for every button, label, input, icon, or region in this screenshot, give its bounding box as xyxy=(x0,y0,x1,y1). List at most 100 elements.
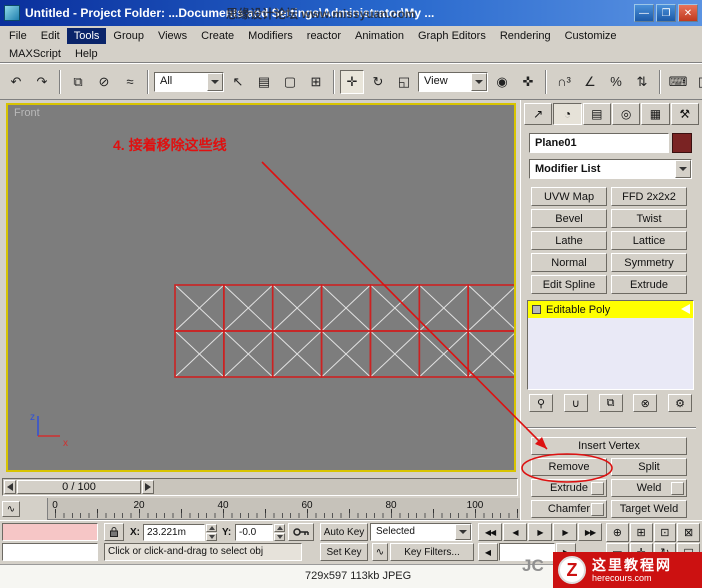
motion-tab[interactable]: ◎ xyxy=(611,103,641,125)
default-tangent-button[interactable]: ∿ xyxy=(372,543,388,561)
select-scale-icon[interactable]: ◱ xyxy=(392,70,416,94)
menu-maxscript[interactable]: MAXScript xyxy=(2,46,68,62)
mini-curve-editor-button[interactable]: ∿ xyxy=(2,501,20,517)
chevron-down-icon[interactable] xyxy=(471,72,487,91)
percent-snap-icon[interactable]: % xyxy=(604,70,628,94)
spinner-snap-icon[interactable]: ⇅ xyxy=(630,70,654,94)
menu-graph-editors[interactable]: Graph Editors xyxy=(411,28,493,44)
display-tab[interactable]: ▦ xyxy=(641,103,670,125)
menu-modifiers[interactable]: Modifiers xyxy=(241,28,300,44)
utilities-tab[interactable]: ⚒ xyxy=(670,103,699,125)
go-to-start-button[interactable]: ◀◀ xyxy=(478,523,502,541)
unlink-selection-icon[interactable]: ⊘ xyxy=(92,70,116,94)
create-tab[interactable]: ↗ xyxy=(524,103,553,125)
y-coord-spinner[interactable] xyxy=(274,524,285,541)
time-slider-handle[interactable]: 0 / 100 xyxy=(17,480,141,494)
selection-set-dropdown[interactable]: Selected xyxy=(370,523,472,541)
menu-rendering[interactable]: Rendering xyxy=(493,28,558,44)
menu-reactor[interactable]: reactor xyxy=(300,28,348,44)
split-button[interactable]: Split xyxy=(611,458,687,476)
chamfer-settings-button[interactable] xyxy=(591,503,604,516)
extrude-modifier-button[interactable]: Extrude xyxy=(611,275,687,294)
ffd-2x2x2-button[interactable]: FFD 2x2x2 xyxy=(611,187,687,206)
zoom-extents-icon[interactable]: ⊡ xyxy=(653,523,677,542)
auto-key-button[interactable]: Auto Key xyxy=(320,523,368,541)
chamfer-button[interactable]: Chamfer xyxy=(531,500,607,518)
previous-frame-arrow[interactable] xyxy=(4,480,16,494)
previous-frame-button[interactable]: ◀ xyxy=(503,523,527,541)
modifier-list-dropdown[interactable]: Modifier List xyxy=(529,159,692,179)
set-keys-button[interactable] xyxy=(288,523,314,541)
maxscript-listener-pink[interactable] xyxy=(2,523,98,541)
maxscript-listener-white[interactable] xyxy=(2,543,98,561)
selection-filter-value[interactable]: All xyxy=(155,73,207,91)
go-to-end-button[interactable]: ▶▶ xyxy=(578,523,602,541)
select-manipulate-icon[interactable]: ✜ xyxy=(516,70,540,94)
mirror-icon[interactable]: ◫ xyxy=(692,70,702,94)
app-icon[interactable] xyxy=(4,5,20,21)
minimize-button[interactable]: — xyxy=(634,4,654,22)
menu-views[interactable]: Views xyxy=(151,28,194,44)
select-move-icon[interactable]: ✛ xyxy=(340,69,364,94)
normal-button[interactable]: Normal xyxy=(531,253,607,272)
menu-animation[interactable]: Animation xyxy=(348,28,411,44)
menu-group[interactable]: Group xyxy=(106,28,151,44)
x-coord-field[interactable]: 23.221m xyxy=(143,524,205,541)
set-key-button[interactable]: Set Key xyxy=(320,543,368,561)
symmetry-button[interactable]: Symmetry xyxy=(611,253,687,272)
use-pivot-center-icon[interactable]: ◉ xyxy=(490,70,514,94)
extrude-settings-button[interactable] xyxy=(591,482,604,495)
uvw-map-button[interactable]: UVW Map xyxy=(531,187,607,206)
select-by-name-icon[interactable]: ▤ xyxy=(252,70,276,94)
track-bar[interactable]: ∿ 0 20 40 60 80 100 xyxy=(0,498,520,520)
selection-set-value[interactable]: Selected xyxy=(371,524,455,540)
extrude-button[interactable]: Extrude xyxy=(531,479,607,497)
zoom-all-icon[interactable]: ⊞ xyxy=(629,523,653,542)
undo-icon[interactable]: ↶ xyxy=(4,70,28,94)
snap-toggle-icon[interactable]: ∩³ xyxy=(552,70,576,94)
object-color-swatch[interactable] xyxy=(672,133,692,153)
key-filters-button[interactable]: Key Filters... xyxy=(390,543,474,561)
weld-settings-button[interactable] xyxy=(671,482,684,495)
modify-tab[interactable]: ◔ xyxy=(553,103,582,125)
menu-create[interactable]: Create xyxy=(194,28,241,44)
lattice-button[interactable]: Lattice xyxy=(611,231,687,250)
twist-button[interactable]: Twist xyxy=(611,209,687,228)
pin-stack-icon[interactable]: ⚲ xyxy=(529,394,553,412)
make-unique-icon[interactable]: ⧉ xyxy=(598,394,623,412)
menu-help[interactable]: Help xyxy=(68,46,105,62)
y-coord-field[interactable]: -0.0 xyxy=(235,524,273,541)
play-button[interactable]: ▶ xyxy=(528,523,552,541)
select-link-icon[interactable]: ⧉ xyxy=(66,70,90,94)
insert-vertex-button[interactable]: Insert Vertex xyxy=(531,437,687,455)
select-rotate-icon[interactable]: ↻ xyxy=(366,70,390,94)
selection-filter-dropdown[interactable]: All xyxy=(154,71,224,92)
bind-spacewarp-icon[interactable]: ≈ xyxy=(118,70,142,94)
lathe-button[interactable]: Lathe xyxy=(531,231,607,250)
previous-key-button[interactable]: ◀ xyxy=(478,543,498,561)
show-end-result-icon[interactable]: ∪ xyxy=(563,394,588,412)
menu-tools[interactable]: Tools xyxy=(66,28,107,44)
zoom-extents-all-icon[interactable]: ⊠ xyxy=(677,523,700,542)
stack-entry-editable-poly[interactable]: Editable Poly xyxy=(528,301,693,318)
select-object-icon[interactable]: ↖ xyxy=(226,70,250,94)
reference-coordsys-value[interactable]: View xyxy=(419,73,471,91)
front-viewport[interactable]: Front 4. 接着移除这些线 z x xyxy=(6,103,516,472)
zoom-icon[interactable]: ⊕ xyxy=(606,523,629,542)
remove-modifier-icon[interactable]: ⊗ xyxy=(633,394,658,412)
keyboard-override-icon[interactable]: ⌨ xyxy=(666,70,690,94)
configure-modifier-sets-icon[interactable]: ⚙ xyxy=(668,394,692,412)
edit-spline-button[interactable]: Edit Spline xyxy=(531,275,607,294)
bevel-button[interactable]: Bevel xyxy=(531,209,607,228)
object-name-field[interactable]: Plane01 xyxy=(529,133,669,153)
window-crossing-icon[interactable]: ⊞ xyxy=(304,70,328,94)
track-bar-ruler[interactable]: 0 20 40 60 80 100 xyxy=(48,498,520,519)
weld-button[interactable]: Weld xyxy=(611,479,687,497)
menu-edit[interactable]: Edit xyxy=(34,28,67,44)
menu-file[interactable]: File xyxy=(2,28,34,44)
selection-lock-toggle[interactable] xyxy=(104,523,124,541)
chevron-down-icon[interactable] xyxy=(455,524,471,540)
remove-button[interactable]: Remove xyxy=(531,458,607,476)
next-frame-button[interactable]: ▶ xyxy=(553,523,577,541)
maximize-button[interactable]: ❐ xyxy=(656,4,676,22)
